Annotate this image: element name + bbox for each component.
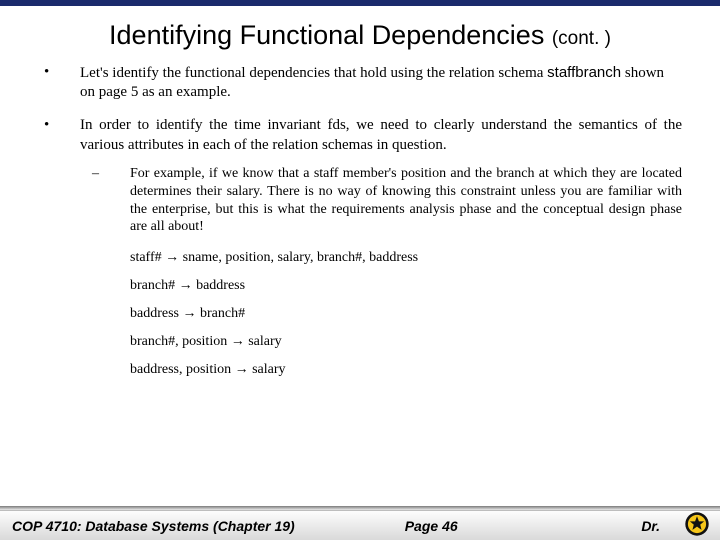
slide-title: Identifying Functional Dependencies (con… xyxy=(0,20,720,51)
slide: Identifying Functional Dependencies (con… xyxy=(0,0,720,540)
bullet-text: In order to identify the time invariant … xyxy=(80,117,682,152)
fd-rhs: branch# xyxy=(200,306,245,321)
fd-rhs: salary xyxy=(252,362,285,377)
bullet-item: In order to identify the time invariant … xyxy=(38,116,682,236)
ucf-logo-icon xyxy=(684,511,710,537)
schema-name: staffbranch xyxy=(547,64,621,81)
footer-course: COP 4710: Database Systems (Chapter 19) xyxy=(12,518,295,534)
top-accent-bar xyxy=(0,0,720,6)
bullet-item: Let's identify the functional dependenci… xyxy=(38,63,682,102)
fd-row: branch# → baddress xyxy=(130,278,682,294)
sub-bullet-list: For example, if we know that a staff mem… xyxy=(80,165,682,237)
arrow-icon: → xyxy=(227,334,248,349)
fd-row: baddress → branch# xyxy=(130,306,682,322)
fd-rhs: salary xyxy=(248,334,281,349)
bullet-list: Let's identify the functional dependenci… xyxy=(38,63,682,236)
title-main: Identifying Functional Dependencies xyxy=(109,20,544,50)
sub-bullet-text: For example, if we know that a staff mem… xyxy=(130,166,682,235)
fd-lhs: baddress, position xyxy=(130,362,231,377)
arrow-icon: → xyxy=(231,362,252,377)
slide-footer: COP 4710: Database Systems (Chapter 19) … xyxy=(0,506,720,540)
bullet-text-pre: Let's identify the functional dependenci… xyxy=(80,65,547,81)
fd-list: staff# → sname, position, salary, branch… xyxy=(130,250,682,378)
footer-author: Dr. xyxy=(641,518,660,534)
slide-body: Let's identify the functional dependenci… xyxy=(0,63,720,378)
fd-lhs: staff# xyxy=(130,250,162,265)
fd-row: branch#, position → salary xyxy=(130,334,682,350)
fd-row: staff# → sname, position, salary, branch… xyxy=(130,250,682,266)
sub-bullet-item: For example, if we know that a staff mem… xyxy=(80,165,682,237)
arrow-icon: → xyxy=(162,250,183,265)
arrow-icon: → xyxy=(179,306,200,321)
fd-lhs: branch#, position xyxy=(130,334,227,349)
fd-row: baddress, position → salary xyxy=(130,362,682,378)
footer-bar: COP 4710: Database Systems (Chapter 19) … xyxy=(0,510,720,540)
fd-lhs: baddress xyxy=(130,306,179,321)
arrow-icon: → xyxy=(175,278,196,293)
footer-page: Page 46 xyxy=(405,518,458,534)
title-cont: (cont. ) xyxy=(552,28,611,49)
fd-lhs: branch# xyxy=(130,278,175,293)
fd-rhs: baddress xyxy=(196,278,245,293)
fd-rhs: sname, position, salary, branch#, baddre… xyxy=(183,250,418,265)
